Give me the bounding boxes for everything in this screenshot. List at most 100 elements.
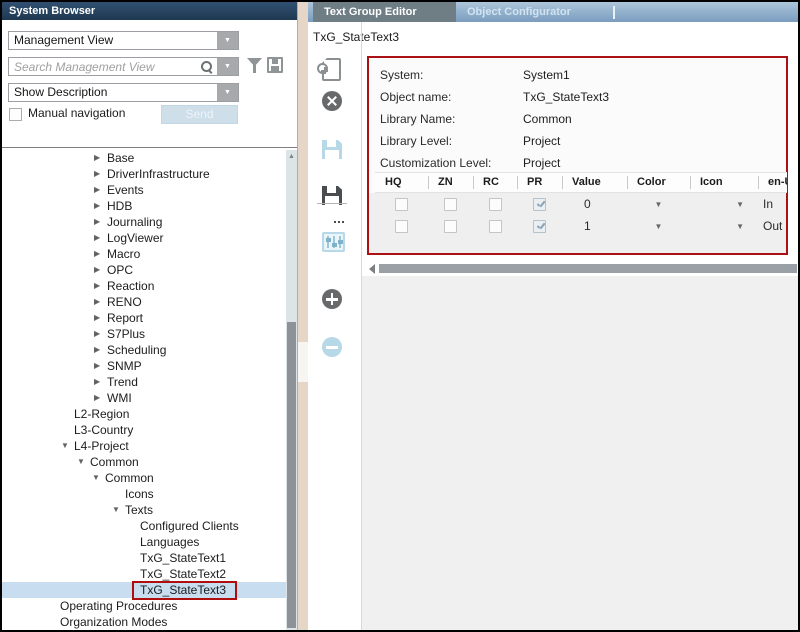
- tree-item-label: Events: [107, 183, 144, 197]
- collapsed-arrow-icon[interactable]: ▶: [94, 150, 107, 166]
- collapsed-arrow-icon[interactable]: ▶: [94, 294, 107, 310]
- tree-item-logviewer[interactable]: ▶LogViewer: [2, 230, 286, 246]
- tree-item-common[interactable]: ▼Common: [2, 470, 286, 486]
- tree-item-configured-clients[interactable]: Configured Clients: [2, 518, 286, 534]
- tree-item-opc[interactable]: ▶OPC: [2, 262, 286, 278]
- tree-item-reno[interactable]: ▶RENO: [2, 294, 286, 310]
- field-value: TxG_StateText3: [523, 90, 609, 104]
- add-row-icon[interactable]: [322, 289, 342, 309]
- tree-item-languages[interactable]: Languages: [2, 534, 286, 550]
- tree-item-label: Configured Clients: [140, 519, 239, 533]
- tree-item-icons[interactable]: Icons: [2, 486, 286, 502]
- tree-item-txg-statetext3[interactable]: TxG_StateText3: [2, 582, 286, 598]
- tree-item-events[interactable]: ▶Events: [2, 182, 286, 198]
- description-selector-dropdown[interactable]: Show Description ▼: [8, 83, 239, 102]
- scroll-up-icon[interactable]: ▲: [286, 152, 297, 162]
- color-dropdown-icon[interactable]: ▼: [655, 200, 663, 209]
- tree-item-l4-project[interactable]: ▼L4-Project: [2, 438, 286, 454]
- rc-checkbox[interactable]: [489, 220, 502, 233]
- collapsed-arrow-icon[interactable]: ▶: [94, 214, 107, 230]
- tree-scrollbar[interactable]: ▲: [286, 150, 297, 630]
- collapsed-arrow-icon[interactable]: ▶: [94, 342, 107, 358]
- collapsed-arrow-icon[interactable]: ▶: [94, 326, 107, 342]
- splitter-handle[interactable]: [298, 342, 308, 382]
- icon-dropdown-icon[interactable]: ▼: [736, 222, 744, 231]
- form-row-system-: System:System1: [380, 64, 780, 86]
- new-badge-plus-icon: [317, 63, 328, 74]
- expanded-arrow-icon[interactable]: ▼: [112, 502, 125, 518]
- tree-item-scheduling[interactable]: ▶Scheduling: [2, 342, 286, 358]
- zn-checkbox[interactable]: [444, 198, 457, 211]
- horizontal-scrollbar-thumb[interactable]: [379, 264, 797, 273]
- column-header-zn: ZN: [428, 173, 473, 192]
- pr-checkbox[interactable]: [533, 220, 546, 233]
- tab-text-group-editor[interactable]: Text Group Editor: [313, 2, 456, 22]
- icon-dropdown-icon[interactable]: ▼: [736, 200, 744, 209]
- panel-splitter[interactable]: [297, 2, 308, 630]
- chevron-down-icon[interactable]: ▼: [217, 58, 238, 75]
- tree-item-texts[interactable]: ▼Texts: [2, 502, 286, 518]
- tree-item-hdb[interactable]: ▶HDB: [2, 198, 286, 214]
- tree-item-base[interactable]: ▶Base: [2, 150, 286, 166]
- search-icon[interactable]: [200, 60, 214, 74]
- send-button[interactable]: Send: [161, 105, 238, 124]
- collapsed-arrow-icon[interactable]: ▶: [94, 262, 107, 278]
- editor-empty-area: [362, 276, 798, 630]
- tree-item-operating-procedures[interactable]: Operating Procedures: [2, 598, 286, 614]
- rc-checkbox[interactable]: [489, 198, 502, 211]
- collapsed-arrow-icon[interactable]: ▶: [94, 278, 107, 294]
- delete-icon[interactable]: [322, 91, 342, 111]
- tree-item-snmp[interactable]: ▶SNMP: [2, 358, 286, 374]
- pr-checkbox[interactable]: [533, 198, 546, 211]
- tree-item-txg-statetext1[interactable]: TxG_StateText1: [2, 550, 286, 566]
- manual-navigation-checkbox[interactable]: [9, 108, 22, 121]
- chevron-down-icon[interactable]: ▼: [217, 84, 238, 101]
- collapsed-arrow-icon[interactable]: ▶: [94, 166, 107, 182]
- save-icon[interactable]: [322, 140, 342, 159]
- view-selector-dropdown[interactable]: Management View ▼: [8, 31, 239, 50]
- tree-item-label: Trend: [107, 375, 138, 389]
- remove-row-icon[interactable]: [322, 337, 342, 357]
- cell-value: 0: [562, 193, 627, 215]
- tree-item-report[interactable]: ▶Report: [2, 310, 286, 326]
- hq-checkbox[interactable]: [395, 198, 408, 211]
- tree-item-macro[interactable]: ▶Macro: [2, 246, 286, 262]
- object-title: TxG_StateText3: [313, 30, 399, 44]
- tree-item-reaction[interactable]: ▶Reaction: [2, 278, 286, 294]
- filter-settings-icon[interactable]: [322, 232, 345, 252]
- tab-object-configurator[interactable]: Object Configurator: [456, 2, 612, 22]
- tree-item-driverinfrastructure[interactable]: ▶DriverInfrastructure: [2, 166, 286, 182]
- tree-item-l3-country[interactable]: L3-Country: [2, 422, 286, 438]
- expanded-arrow-icon[interactable]: ▼: [77, 454, 90, 470]
- table-row[interactable]: 0▼▼In: [375, 193, 787, 215]
- expanded-arrow-icon[interactable]: ▼: [61, 438, 74, 454]
- tree-item-label: Texts: [125, 503, 153, 517]
- collapsed-arrow-icon[interactable]: ▶: [94, 374, 107, 390]
- tree-item-journaling[interactable]: ▶Journaling: [2, 214, 286, 230]
- tree-item-wmi[interactable]: ▶WMI: [2, 390, 286, 406]
- search-input[interactable]: [9, 59, 200, 75]
- tree-item-organization-modes[interactable]: Organization Modes: [2, 614, 286, 630]
- collapsed-arrow-icon[interactable]: ▶: [94, 246, 107, 262]
- expanded-arrow-icon[interactable]: ▼: [92, 470, 105, 486]
- color-dropdown-icon[interactable]: ▼: [655, 222, 663, 231]
- tree-scrollbar-thumb[interactable]: [287, 322, 296, 628]
- scroll-left-icon[interactable]: [369, 264, 375, 274]
- cell-hq: [375, 193, 428, 215]
- table-row[interactable]: 1▼▼Out: [375, 215, 787, 237]
- hq-checkbox[interactable]: [395, 220, 408, 233]
- field-label: Object name:: [380, 90, 523, 104]
- collapsed-arrow-icon[interactable]: ▶: [94, 198, 107, 214]
- collapsed-arrow-icon[interactable]: ▶: [94, 358, 107, 374]
- collapsed-arrow-icon[interactable]: ▶: [94, 182, 107, 198]
- tree-item-s7plus[interactable]: ▶S7Plus: [2, 326, 286, 342]
- save-search-icon[interactable]: [267, 57, 283, 73]
- collapsed-arrow-icon[interactable]: ▶: [94, 310, 107, 326]
- collapsed-arrow-icon[interactable]: ▶: [94, 390, 107, 406]
- tree-item-common[interactable]: ▼Common: [2, 454, 286, 470]
- chevron-down-icon[interactable]: ▼: [217, 32, 238, 49]
- collapsed-arrow-icon[interactable]: ▶: [94, 230, 107, 246]
- zn-checkbox[interactable]: [444, 220, 457, 233]
- tree-item-l2-region[interactable]: L2-Region: [2, 406, 286, 422]
- tree-item-trend[interactable]: ▶Trend: [2, 374, 286, 390]
